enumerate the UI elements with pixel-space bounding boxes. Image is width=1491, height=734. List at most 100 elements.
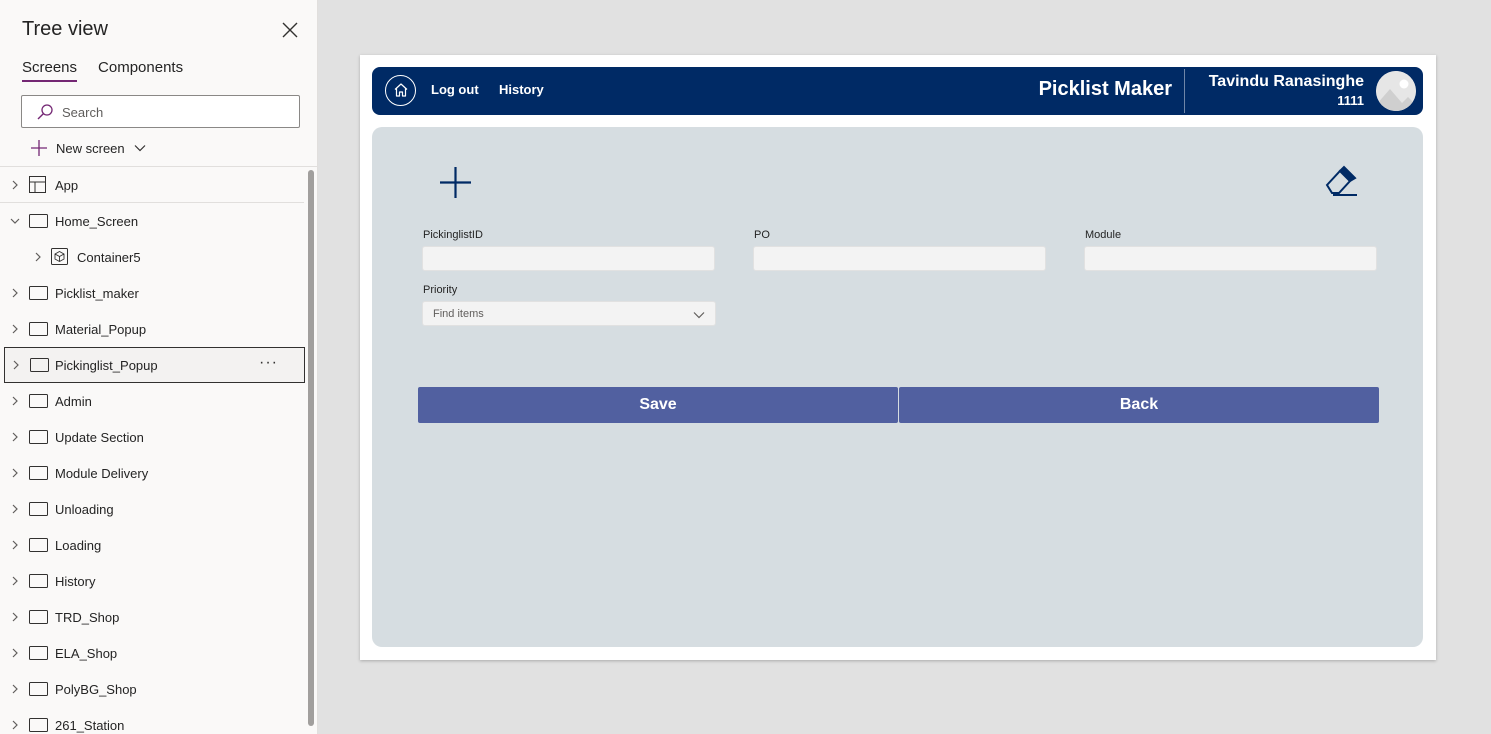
- eraser-icon[interactable]: [1323, 165, 1359, 199]
- screen-icon: [29, 682, 48, 696]
- screen-icon: [29, 646, 48, 660]
- screen-icon: [29, 538, 48, 552]
- screen-icon: [29, 394, 48, 408]
- home-button[interactable]: [385, 75, 416, 106]
- tree-item-loading[interactable]: Loading: [0, 527, 305, 563]
- chevron-right-icon[interactable]: [10, 468, 20, 478]
- chevron-right-icon[interactable]: [11, 360, 21, 370]
- chevron-right-icon[interactable]: [10, 612, 20, 622]
- tab-components[interactable]: Components: [98, 59, 183, 82]
- tree-item-label: App: [55, 178, 79, 193]
- plus-icon: [31, 140, 47, 156]
- screen-icon: [30, 358, 49, 372]
- tree-scrollbar[interactable]: [308, 170, 314, 726]
- close-button[interactable]: [280, 20, 300, 40]
- priority-combobox[interactable]: Find items: [422, 301, 716, 326]
- search-input[interactable]: [62, 102, 292, 122]
- chevron-right-icon[interactable]: [10, 576, 20, 586]
- back-button[interactable]: Back: [899, 387, 1379, 423]
- divider: [1184, 69, 1185, 113]
- po-input[interactable]: [753, 246, 1046, 271]
- tree-item-app[interactable]: App: [0, 167, 305, 203]
- pickinglist-id-input[interactable]: [422, 246, 715, 271]
- chevron-right-icon[interactable]: [10, 324, 20, 334]
- tree-item-module-delivery[interactable]: Module Delivery: [0, 455, 305, 491]
- chevron-right-icon[interactable]: [10, 720, 20, 730]
- add-icon[interactable]: [439, 166, 472, 199]
- tab-screens[interactable]: Screens: [22, 59, 78, 82]
- screen-icon: [29, 214, 48, 228]
- tree-item-label: TRD_Shop: [55, 610, 120, 625]
- chevron-right-icon[interactable]: [33, 252, 43, 262]
- screen-icon: [29, 718, 48, 732]
- screen-icon: [29, 466, 48, 480]
- more-options-icon[interactable]: ···: [259, 354, 278, 372]
- tree-item-261-station[interactable]: 261_Station: [0, 707, 305, 734]
- tree-item-label: ELA_Shop: [55, 646, 118, 661]
- chevron-right-icon[interactable]: [10, 432, 20, 442]
- chevron-right-icon[interactable]: [10, 684, 20, 694]
- tree-item-label: 261_Station: [55, 718, 125, 733]
- tree-item-label: PolyBG_Shop: [55, 682, 137, 697]
- chevron-down-icon: [693, 312, 705, 319]
- tree-item-update-section[interactable]: Update Section: [0, 419, 305, 455]
- app-header: Log out History Picklist Maker Tavindu R…: [372, 67, 1423, 115]
- screen-icon: [29, 502, 48, 516]
- user-id: 1111: [1337, 93, 1364, 108]
- tree-view-title: Tree view: [22, 18, 108, 40]
- chevron-down-icon: [134, 145, 146, 152]
- save-button[interactable]: Save: [418, 387, 898, 423]
- screen-icon: [29, 286, 48, 300]
- tree-item-pickinglist-popup[interactable]: Pickinglist_Popup ···: [4, 347, 305, 383]
- new-screen-button[interactable]: New screen: [30, 138, 147, 158]
- search-box[interactable]: [21, 95, 300, 128]
- tree-item-home-screen[interactable]: Home_Screen: [0, 203, 305, 239]
- tree-item-container5[interactable]: Container5: [0, 239, 305, 275]
- container-icon: [51, 248, 68, 265]
- user-name: Tavindu Ranasinghe: [1208, 73, 1364, 90]
- chevron-right-icon[interactable]: [10, 396, 20, 406]
- screen-icon: [29, 574, 48, 588]
- module-input[interactable]: [1084, 246, 1377, 271]
- avatar-image-icon: [1376, 71, 1416, 111]
- new-screen-label: New screen: [56, 140, 125, 156]
- chevron-down-icon[interactable]: [10, 216, 20, 226]
- tree-item-label: Update Section: [55, 430, 144, 445]
- tree-item-label: Container5: [77, 250, 141, 265]
- screen-icon: [29, 322, 48, 336]
- logout-link[interactable]: Log out: [431, 82, 479, 97]
- tree-item-ela-shop[interactable]: ELA_Shop: [0, 635, 305, 671]
- tree-tabs: Screens Components: [22, 59, 183, 82]
- chevron-right-icon[interactable]: [10, 504, 20, 514]
- chevron-right-icon[interactable]: [10, 180, 20, 190]
- screen-icon: [29, 610, 48, 624]
- module-label: Module: [1085, 229, 1122, 241]
- tree-item-material-popup[interactable]: Material_Popup: [0, 311, 305, 347]
- tree-item-label: Picklist_maker: [55, 286, 139, 301]
- tree-item-label: Unloading: [55, 502, 114, 517]
- tree-item-polybg-shop[interactable]: PolyBG_Shop: [0, 671, 305, 707]
- po-label: PO: [754, 229, 770, 241]
- tree-item-label: Home_Screen: [55, 214, 139, 229]
- pickinglist-id-label: PickinglistID: [423, 229, 483, 241]
- priority-label: Priority: [423, 284, 458, 296]
- tree-view-panel: Tree view Screens Components New screen: [0, 0, 318, 734]
- tree-item-admin[interactable]: Admin: [0, 383, 305, 419]
- tree-item-label: Pickinglist_Popup: [55, 358, 158, 373]
- close-icon: [282, 22, 298, 38]
- form-panel: PickinglistID PO Module Priority Find it…: [372, 127, 1423, 647]
- tree-item-picklist-maker[interactable]: Picklist_maker: [0, 275, 305, 311]
- tree-item-history[interactable]: History: [0, 563, 305, 599]
- screen-icon: [29, 430, 48, 444]
- app-icon: [29, 176, 46, 193]
- tree-item-trd-shop[interactable]: TRD_Shop: [0, 599, 305, 635]
- chevron-right-icon[interactable]: [10, 540, 20, 550]
- search-icon: [37, 104, 53, 120]
- tree-item-label: Admin: [55, 394, 92, 409]
- history-link[interactable]: History: [499, 82, 544, 97]
- tree-item-label: Loading: [55, 538, 102, 553]
- tree-item-unloading[interactable]: Unloading: [0, 491, 305, 527]
- chevron-right-icon[interactable]: [10, 648, 20, 658]
- chevron-right-icon[interactable]: [10, 288, 20, 298]
- tree-item-label: Material_Popup: [55, 322, 147, 337]
